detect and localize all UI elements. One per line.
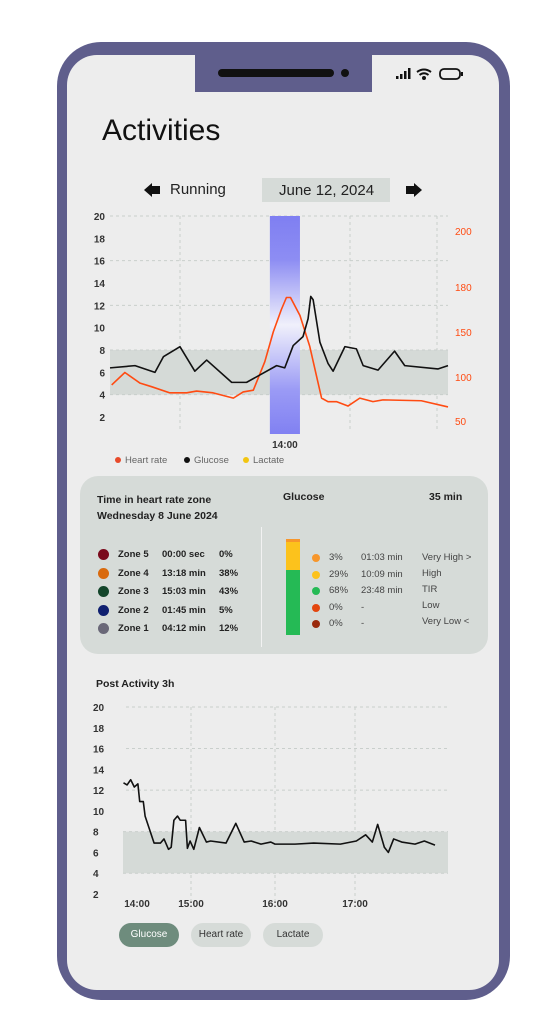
glucose-duration: 35 min: [429, 491, 463, 503]
activity-chart: 20 18 16 14 12 10 8 6 4 2 200 180 150 100 50 14:00: [94, 212, 472, 451]
zone-name: Zone 1: [118, 623, 149, 634]
legend-glucose-dot: [184, 457, 190, 463]
x-tick-label: 16:00: [262, 899, 288, 910]
y-tick-label: 6: [93, 848, 99, 859]
glucose-range-dot: [312, 620, 320, 628]
y-tick-label: 12: [94, 301, 106, 312]
zone-percent: 0%: [219, 549, 233, 560]
legend-heart-rate-dot: [115, 457, 121, 463]
lactate-button[interactable]: Lactate: [263, 923, 323, 947]
glucose-range-percent: 0%: [329, 618, 343, 629]
zone-time: 13:18 min: [162, 567, 206, 579]
y-tick-label: 16: [93, 745, 105, 756]
zone-name: Zone 4: [118, 567, 149, 579]
zone-color-dot: [98, 586, 109, 597]
y-tick-label: 10: [94, 324, 106, 335]
x-tick-label: 14:00: [272, 440, 298, 451]
glucose-range-percent: 29%: [329, 568, 349, 580]
zone-name: Zone 2: [118, 604, 149, 616]
y-tick-label: 16: [94, 257, 106, 268]
y-tick-label: 8: [93, 828, 99, 839]
glucose-range-time: 01:03 min: [361, 552, 403, 563]
y-tick-label: 8: [99, 346, 105, 357]
glucose-title: Glucose: [283, 491, 325, 503]
zone-time: 01:45 min: [162, 604, 206, 616]
glucose-range-time: -: [361, 618, 365, 629]
y-tick-label: 4: [99, 391, 105, 402]
glucose-range-label: Low: [422, 600, 440, 611]
glucose-range-label: Very Low <: [422, 616, 470, 627]
y-right-tick-label: 180: [455, 283, 472, 294]
activity-highlight: [269, 216, 300, 434]
zone-name: Zone 5: [118, 549, 149, 560]
y-right-tick-label: 50: [455, 417, 467, 428]
y-tick-label: 12: [93, 786, 105, 797]
glucose-range-dot: [312, 603, 320, 612]
glucose-range-dot: [312, 554, 320, 562]
y-right-tick-label: 100: [455, 373, 472, 384]
legend-heart-rate: Heart rate: [125, 455, 168, 466]
zone-time: 04:12 min: [162, 623, 206, 634]
post-activity-title: Post Activity 3h: [96, 678, 175, 690]
y-tick-label: 6: [99, 368, 105, 379]
x-tick-label: 17:00: [342, 899, 368, 910]
zone-name: Zone 3: [118, 586, 149, 597]
y-right-tick-label: 150: [455, 328, 472, 339]
zone-percent: 12%: [219, 623, 239, 634]
glucose-range-time: 23:48 min: [361, 585, 403, 596]
y-tick-label: 10: [93, 807, 105, 818]
glucose-range-percent: 0%: [329, 601, 343, 613]
post-activity-chart: 20 18 16 14 12 10 8 6 4 2 14:00 15:00 16:00 17:00: [93, 703, 450, 910]
zone-time: 15:03 min: [162, 586, 206, 597]
zone-percent: 5%: [219, 604, 233, 616]
glucose-range-time: -: [361, 601, 365, 613]
glucose-range-time: 10:09 min: [361, 568, 403, 580]
glucose-range-percent: 3%: [329, 552, 343, 563]
glucose-range-percent: 68%: [329, 585, 349, 596]
y-tick-label: 18: [93, 724, 105, 735]
legend-glucose: Glucose: [194, 455, 229, 466]
zone-color-dot: [98, 549, 109, 560]
y-tick-label: 2: [93, 890, 99, 901]
legend-lactate: Lactate: [253, 455, 285, 466]
y-tick-label: 14: [93, 765, 105, 776]
glucose-range-dot: [312, 587, 320, 595]
y-tick-label: 20: [93, 703, 105, 714]
glucose-range-dot: [312, 570, 320, 579]
zone-color-dot: [98, 567, 109, 579]
legend-lactate-dot: [243, 457, 249, 463]
zone-color-dot: [98, 604, 109, 616]
y-tick-label: 20: [94, 212, 106, 223]
glucose-range-label: TIR: [422, 584, 438, 595]
x-tick-label: 15:00: [178, 899, 204, 910]
glucose-button[interactable]: Glucose: [119, 923, 179, 947]
zone-color-dot: [98, 623, 109, 634]
zone-time: 00:00 sec: [162, 549, 205, 560]
glucose-range-label: High: [422, 568, 442, 579]
heart-rate-button[interactable]: Heart rate: [191, 923, 251, 947]
zone-percent: 43%: [219, 586, 239, 597]
glucose-bar-segment: [286, 569, 300, 635]
glucose-stacked-bar: [286, 539, 300, 635]
y-tick-label: 4: [93, 869, 99, 880]
divider: [261, 527, 262, 647]
glucose-bar-segment: [286, 541, 300, 570]
y-tick-label: 2: [99, 413, 105, 424]
zones-date: Wednesday 8 June 2024: [97, 510, 218, 522]
y-right-tick-label: 200: [455, 227, 472, 238]
glucose-range-label: Very High >: [422, 552, 472, 563]
y-tick-label: 18: [94, 234, 106, 245]
y-tick-label: 14: [94, 279, 106, 290]
x-tick-label: 14:00: [124, 899, 150, 910]
zone-percent: 38%: [219, 567, 239, 579]
zones-title: Time in heart rate zone: [97, 494, 212, 506]
